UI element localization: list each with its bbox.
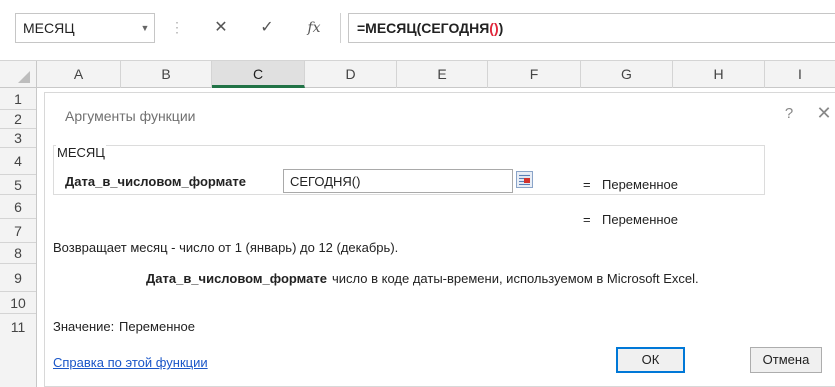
formula-divider (340, 13, 341, 43)
formula-bar-grip-icon: ⋮ (170, 19, 184, 35)
dialog-title: Аргументы функции (65, 108, 196, 124)
help-link[interactable]: Справка по этой функции (53, 355, 208, 370)
formula-input[interactable]: =МЕСЯЦ(СЕГОДНЯ()) (348, 13, 835, 43)
column-header-e[interactable]: E (397, 61, 488, 88)
row-header-7[interactable]: 7 (0, 219, 36, 243)
column-header-b[interactable]: B (121, 61, 212, 88)
name-box[interactable]: МЕСЯЦ ▼ (15, 13, 155, 43)
argument-input-value: СЕГОДНЯ() (290, 174, 361, 189)
column-header-g[interactable]: G (581, 61, 673, 88)
column-header-h[interactable]: H (673, 61, 765, 88)
row-header-2[interactable]: 2 (0, 110, 36, 129)
function-result: Переменное (602, 212, 679, 227)
row-header-8[interactable]: 8 (0, 243, 36, 264)
column-header-c[interactable]: C (212, 61, 305, 88)
row-header-11[interactable]: 11 (0, 314, 36, 340)
function-arguments-dialog: Аргументы функции ? ✕ МЕСЯЦ Дата_в_число… (44, 92, 835, 387)
argument-description-text: число в коде даты-времени, используемом … (332, 271, 699, 286)
formula-text: =МЕСЯЦ(СЕГОДНЯ()) (357, 20, 504, 36)
value-result: Переменное (119, 319, 196, 334)
row-header-5[interactable]: 5 (0, 175, 36, 195)
ok-button[interactable]: ОК (616, 347, 685, 373)
column-header-a[interactable]: A (37, 61, 121, 88)
chevron-down-icon[interactable]: ▼ (140, 23, 150, 33)
formula-paren: () (489, 20, 499, 36)
row-header-6[interactable]: 6 (0, 195, 36, 219)
enter-formula-icon[interactable]: ✓ (254, 15, 280, 41)
column-header-i[interactable]: I (765, 61, 835, 88)
formula-bar: МЕСЯЦ ▼ ⋮ ✕ ✓ fx =МЕСЯЦ(СЕГОДНЯ()) (0, 0, 835, 57)
cancel-formula-icon[interactable]: ✕ (208, 15, 234, 41)
argument-equals: = (583, 177, 591, 192)
function-name-label: МЕСЯЦ (56, 145, 106, 160)
column-header-d[interactable]: D (305, 61, 397, 88)
row-header-9[interactable]: 9 (0, 264, 36, 292)
row-header-10[interactable]: 10 (0, 292, 36, 314)
column-header-f[interactable]: F (488, 61, 581, 88)
name-box-value: МЕСЯЦ (23, 20, 75, 36)
argument-result: Переменное (602, 177, 679, 192)
row-headers: 1 2 3 4 5 6 7 8 9 10 11 (0, 88, 37, 387)
function-description: Возвращает месяц - число от 1 (январь) д… (53, 240, 399, 255)
insert-function-icon[interactable]: fx (301, 15, 327, 41)
argument-label: Дата_в_числовом_формате (65, 174, 246, 189)
row-header-3[interactable]: 3 (0, 129, 36, 148)
close-icon[interactable]: ✕ (815, 103, 833, 124)
help-icon[interactable]: ? (781, 105, 797, 122)
range-select-icon[interactable] (516, 171, 533, 188)
row-header-4[interactable]: 4 (0, 148, 36, 175)
row-header-1[interactable]: 1 (0, 88, 36, 110)
select-all-icon (18, 71, 30, 83)
cancel-button[interactable]: Отмена (750, 347, 822, 373)
function-equals: = (583, 212, 591, 227)
column-headers: A B C D E F G H I (0, 60, 835, 88)
select-all-corner[interactable] (0, 61, 37, 88)
argument-description-name: Дата_в_числовом_формате (146, 271, 327, 286)
value-label: Значение: (53, 319, 115, 334)
argument-input[interactable]: СЕГОДНЯ() (283, 169, 513, 193)
range-marker (524, 178, 530, 183)
